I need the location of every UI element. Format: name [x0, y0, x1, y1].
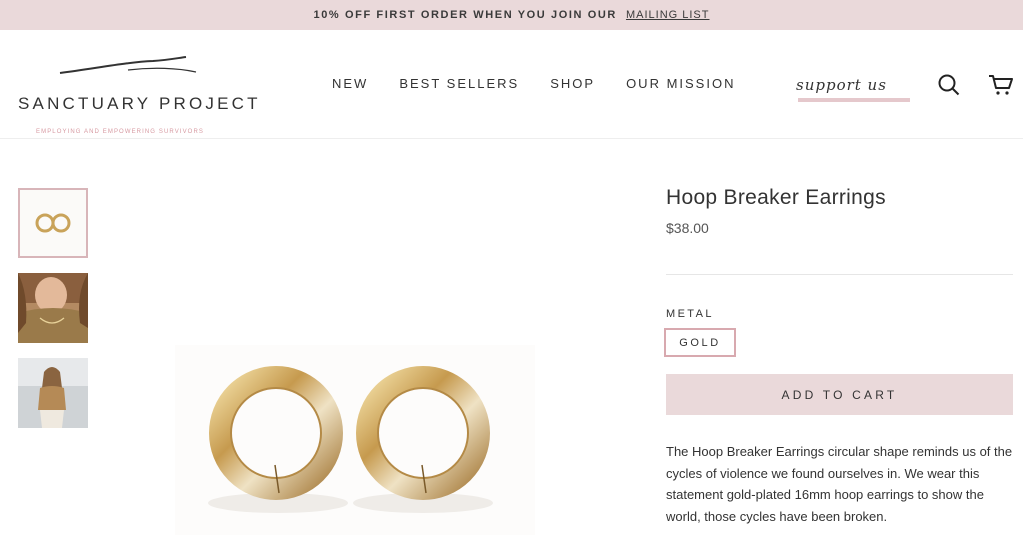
main-product-image[interactable]	[175, 345, 535, 535]
product-description: The Hoop Breaker Earrings circular shape…	[666, 444, 1013, 524]
announcement-text: 10% OFF FIRST ORDER WHEN YOU JOIN OUR	[313, 9, 617, 21]
product-title: Hoop Breaker Earrings	[666, 186, 886, 209]
support-us-link[interactable]: support us	[796, 74, 914, 110]
earrings-thumb-image	[20, 190, 86, 256]
product-info: Hoop Breaker Earrings $38.00	[666, 186, 1013, 236]
metal-option-label: METAL	[666, 308, 714, 320]
cart-icon[interactable]	[988, 74, 1014, 96]
nav-item-shop[interactable]: SHOP	[550, 76, 595, 91]
brand-name: SANCTUARY PROJECT	[18, 94, 261, 113]
nav-item-our-mission[interactable]: OUR MISSION	[626, 76, 735, 91]
thumbnail-hoop-earrings[interactable]	[18, 188, 88, 258]
metal-option-gold[interactable]: GOLD	[664, 328, 736, 357]
announcement-bar: 10% OFF FIRST ORDER WHEN YOU JOIN OUR MA…	[0, 0, 1023, 30]
thumbnail-model-outfit[interactable]	[18, 358, 88, 428]
info-divider	[666, 274, 1013, 275]
mailing-list-link[interactable]: MAILING LIST	[626, 9, 710, 21]
main-nav: NEW BEST SELLERS SHOP OUR MISSION	[332, 76, 766, 91]
logo-swoosh-icon	[59, 56, 197, 74]
support-underline	[798, 98, 910, 102]
add-to-cart-button[interactable]: ADD TO CART	[666, 374, 1013, 415]
site-header: SANCTUARY PROJECT EMPLOYING AND EMPOWERI…	[0, 30, 1023, 139]
search-icon[interactable]	[938, 74, 960, 96]
model-outfit-thumb-image	[18, 358, 88, 428]
hoop-earrings-image	[175, 345, 535, 535]
nav-item-new[interactable]: NEW	[332, 76, 368, 91]
nav-item-best-sellers[interactable]: BEST SELLERS	[399, 76, 519, 91]
product-price: $38.00	[666, 220, 709, 236]
thumbnail-gallery	[18, 188, 90, 443]
model-necklace-thumb-image	[18, 273, 88, 343]
thumbnail-model-necklace[interactable]	[18, 273, 88, 343]
brand-tagline: EMPLOYING AND EMPOWERING SURVIVORS	[36, 129, 204, 135]
support-us-label: support us	[796, 76, 887, 94]
logo[interactable]: SANCTUARY PROJECT EMPLOYING AND EMPOWERI…	[18, 52, 258, 135]
